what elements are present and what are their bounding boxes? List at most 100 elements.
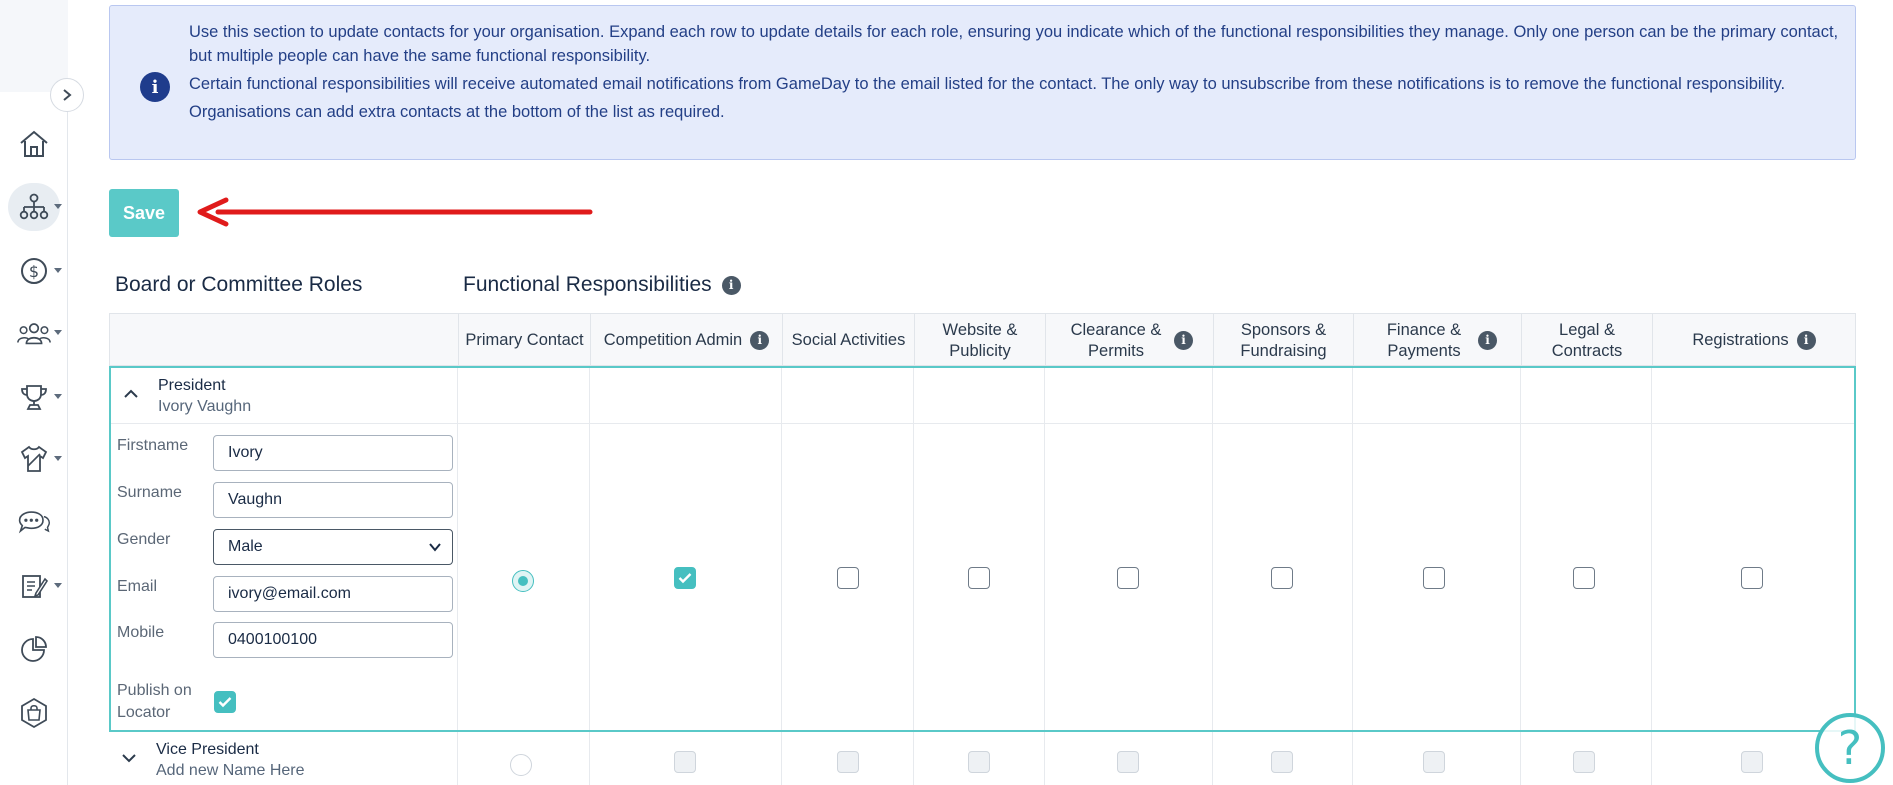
website-publicity-checkbox[interactable]: [968, 751, 990, 773]
checkmark-icon: [678, 573, 692, 584]
info-banner: i Use this section to update contacts fo…: [109, 5, 1856, 160]
social-activities-checkbox[interactable]: [837, 751, 859, 773]
info-icon[interactable]: i: [1174, 331, 1193, 350]
checkmark-icon: [218, 697, 232, 708]
annotation-arrow: [197, 197, 593, 227]
info-paragraph: Certain functional responsibilities will…: [189, 75, 1786, 93]
functional-responsibilities-heading: Functional Responsibilities i: [463, 273, 741, 297]
caret-down-icon: [54, 583, 62, 588]
primary-contact-radio[interactable]: [510, 754, 532, 776]
column-label: Sponsors & Fundraising: [1240, 320, 1327, 360]
mobile-label: Mobile: [117, 624, 165, 641]
help-button[interactable]: ?: [1815, 713, 1885, 783]
sidebar-item-finance[interactable]: $: [0, 246, 68, 296]
competition-admin-checkbox[interactable]: [674, 751, 696, 773]
sidebar-item-competitions[interactable]: [0, 372, 68, 422]
website-publicity-checkbox[interactable]: [968, 567, 990, 589]
column-label: Finance & Payments: [1386, 320, 1462, 360]
gender-select[interactable]: Male: [213, 529, 453, 565]
column-clearance-permits: Clearance & Permits i: [1045, 314, 1213, 367]
caret-down-icon: [54, 204, 62, 209]
column-finance-payments: Finance & Payments i: [1353, 314, 1521, 367]
sponsors-fundraising-checkbox[interactable]: [1271, 751, 1293, 773]
board-roles-heading: Board or Committee Roles: [115, 273, 363, 296]
members-icon: [16, 315, 52, 351]
info-icon[interactable]: i: [1796, 331, 1816, 350]
shop-icon: [16, 695, 52, 731]
email-label: Email: [117, 578, 158, 595]
role-title: Vice President: [156, 741, 259, 758]
chevron-right-icon: [63, 89, 72, 101]
column-registrations: Registrations i: [1652, 314, 1855, 367]
primary-contact-radio[interactable]: [512, 570, 534, 592]
chevron-down-icon[interactable]: [121, 752, 137, 764]
chevron-up-icon[interactable]: [123, 388, 139, 400]
save-button[interactable]: Save: [109, 189, 179, 237]
sidebar-expand-button[interactable]: [50, 78, 84, 112]
gender-selected-value: Male: [228, 538, 263, 555]
role-header-president[interactable]: President Ivory Vaughn: [111, 368, 461, 423]
info-icon[interactable]: i: [750, 331, 770, 350]
info-paragraph: Organisations can add extra contacts at …: [189, 103, 725, 121]
legal-contracts-checkbox[interactable]: [1573, 567, 1595, 589]
svg-text:$: $: [29, 262, 39, 281]
sidebar-item-members[interactable]: [0, 308, 68, 358]
column-label: Social Activities: [791, 331, 906, 349]
gender-label: Gender: [117, 531, 171, 548]
contacts-table: Primary Contact Competition Admin i Socia…: [109, 313, 1856, 785]
info-icon: i: [140, 72, 170, 102]
sidebar-item-forms[interactable]: [0, 561, 68, 611]
sidebar-item-home[interactable]: [0, 119, 68, 169]
role-contact-name: Ivory Vaughn: [158, 398, 252, 415]
uniform-icon: [16, 441, 52, 477]
surname-input[interactable]: Vaughn: [213, 482, 453, 518]
column-label: Clearance & Permits: [1070, 320, 1162, 360]
column-legal-contracts: Legal & Contracts: [1521, 314, 1652, 367]
column-social-activities: Social Activities: [782, 314, 914, 367]
firstname-input[interactable]: Ivory: [213, 435, 453, 471]
column-website-publicity: Website & Publicity: [914, 314, 1045, 367]
table-header: Primary Contact Competition Admin i Socia…: [109, 313, 1856, 367]
mobile-input[interactable]: 0400100100: [213, 622, 453, 658]
social-activities-checkbox[interactable]: [837, 567, 859, 589]
info-icon[interactable]: i: [1478, 331, 1497, 350]
role-title: President: [158, 377, 226, 394]
caret-down-icon: [54, 330, 62, 335]
email-input[interactable]: ivory@email.com: [213, 576, 453, 612]
caret-down-icon: [54, 394, 62, 399]
legal-contracts-checkbox[interactable]: [1573, 751, 1595, 773]
column-label: Legal & Contracts: [1551, 320, 1623, 360]
publish-on-locator-checkbox[interactable]: [214, 691, 236, 713]
sidebar-item-teams[interactable]: [0, 434, 68, 484]
sidebar-item-reports[interactable]: [0, 624, 68, 674]
firstname-label: Firstname: [117, 437, 189, 454]
role-contact-name: Add new Name Here: [156, 762, 305, 779]
sidebar-item-shop[interactable]: [0, 688, 68, 738]
table-row-vice-president[interactable]: Vice President Add new Name Here: [109, 732, 459, 785]
clearance-permits-checkbox[interactable]: [1117, 567, 1139, 589]
finance-payments-checkbox[interactable]: [1423, 567, 1445, 589]
forms-icon: [16, 568, 52, 604]
finance-payments-checkbox[interactable]: [1423, 751, 1445, 773]
surname-label: Surname: [117, 484, 182, 501]
table-row-president: President Ivory Vaughn Firstname Ivory S…: [109, 366, 1856, 732]
chevron-down-icon: [429, 543, 441, 552]
registrations-checkbox[interactable]: [1741, 751, 1763, 773]
sidebar-item-organisation[interactable]: [0, 182, 68, 232]
competition-admin-checkbox[interactable]: [674, 567, 696, 589]
info-paragraph: Use this section to update contacts for …: [189, 23, 1839, 65]
info-text: Use this section to update contacts for …: [189, 20, 1839, 128]
sidebar-item-communications[interactable]: [0, 497, 68, 547]
column-primary-contact: Primary Contact: [458, 314, 590, 367]
info-icon[interactable]: i: [721, 275, 741, 295]
finance-icon: $: [16, 253, 52, 289]
caret-down-icon: [54, 268, 62, 273]
home-icon: [16, 126, 52, 162]
registrations-checkbox[interactable]: [1741, 567, 1763, 589]
clearance-permits-checkbox[interactable]: [1117, 751, 1139, 773]
sponsors-fundraising-checkbox[interactable]: [1271, 567, 1293, 589]
column-competition-admin: Competition Admin i: [590, 314, 782, 367]
column-label: Registrations: [1692, 331, 1789, 349]
sidebar-header: [0, 0, 68, 92]
column-label: Website & Publicity: [942, 320, 1018, 360]
